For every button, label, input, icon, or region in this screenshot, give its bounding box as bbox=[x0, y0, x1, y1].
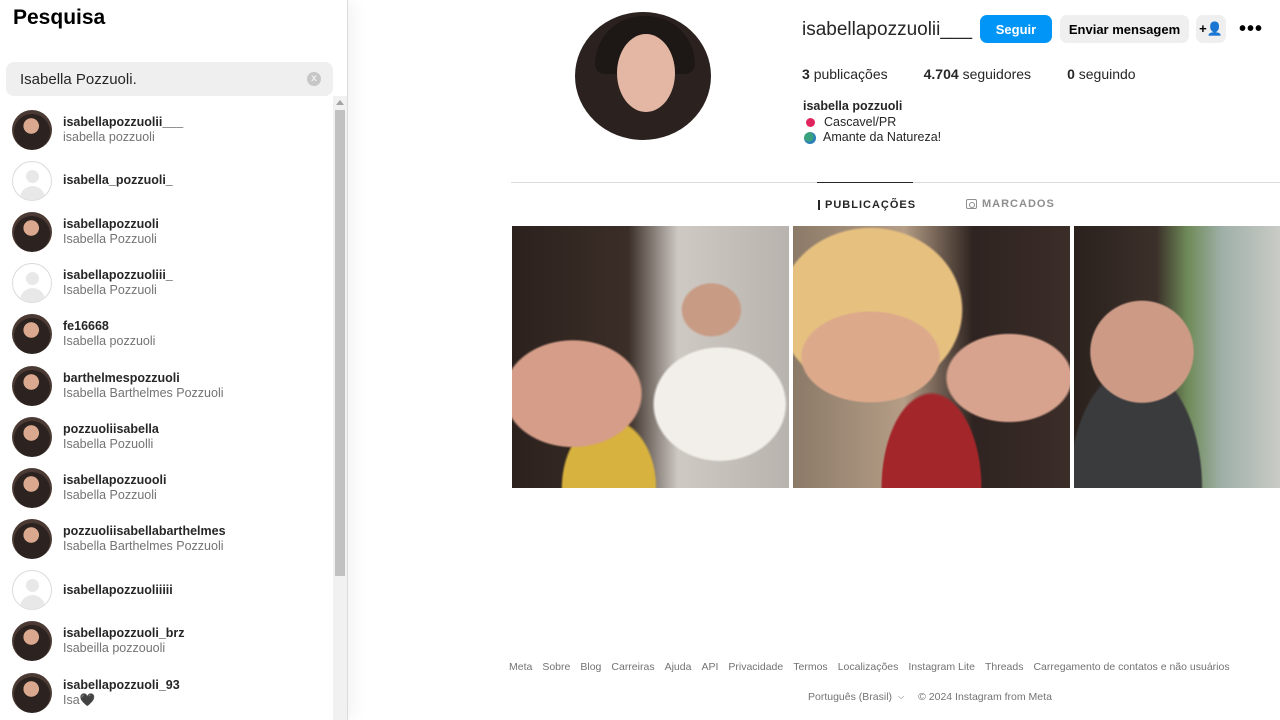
result-username: isabellapozzuoli_93 bbox=[63, 677, 180, 692]
grid-icon bbox=[818, 199, 820, 210]
profile-avatar[interactable] bbox=[575, 12, 711, 140]
result-username: fe16668 bbox=[63, 319, 109, 334]
avatar bbox=[12, 621, 52, 662]
globe-icon bbox=[804, 131, 816, 144]
follow-button[interactable]: Seguir bbox=[980, 15, 1052, 43]
search-title: Pesquisa bbox=[13, 6, 106, 29]
result-username: pozzuoliisabella bbox=[63, 421, 159, 436]
footer-link[interactable]: Ajuda bbox=[665, 661, 692, 673]
result-name: Isabella Barthelmes Pozzuoli bbox=[63, 385, 224, 400]
avatar bbox=[12, 672, 52, 713]
result-username: pozzuoliisabellabarthelmes bbox=[63, 524, 226, 539]
profile-username: isabellapozzuolii___ bbox=[802, 19, 973, 40]
footer-link[interactable]: Instagram Lite bbox=[908, 661, 975, 673]
footer-link[interactable]: Meta bbox=[509, 661, 532, 673]
tagged-icon bbox=[966, 199, 977, 209]
search-result[interactable]: isabellapozzuoli_brz Isabeilla pozzouoli bbox=[0, 616, 332, 667]
bio-name: isabella pozzuoli bbox=[803, 99, 903, 113]
result-username: isabella_pozzuoli_ bbox=[63, 173, 173, 188]
footer-link[interactable]: Threads bbox=[985, 661, 1024, 673]
result-username: isabellapozzuoliii_ bbox=[63, 268, 173, 283]
post-thumbnail[interactable] bbox=[512, 226, 789, 488]
avatar-placeholder-icon bbox=[12, 263, 52, 304]
post-thumbnail[interactable] bbox=[793, 226, 1070, 488]
search-result[interactable]: pozzuoliisabella Isabella Pozuolli bbox=[0, 411, 332, 462]
tab-publicacoes[interactable]: PUBLICAÇÕES bbox=[817, 182, 917, 226]
avatar bbox=[12, 416, 52, 457]
result-name: Isabella pozzuoli bbox=[63, 334, 156, 349]
footer-link[interactable]: Privacidade bbox=[728, 661, 783, 673]
footer-link[interactable]: Carreiras bbox=[611, 661, 654, 673]
search-result[interactable]: isabellapozzuoliiiii bbox=[0, 565, 332, 616]
result-name: Isabella Pozzuoli bbox=[63, 487, 157, 502]
more-options-icon[interactable]: ••• bbox=[1239, 19, 1263, 39]
profile-stats: 3 publicações 4.704 seguidores 0 seguind… bbox=[802, 66, 1136, 82]
avatar bbox=[12, 467, 52, 508]
avatar bbox=[12, 109, 52, 150]
language-selector[interactable]: Português (Brasil) bbox=[808, 691, 892, 703]
tab-marcados[interactable]: MARCADOS bbox=[966, 182, 1055, 226]
scroll-up-arrow-icon[interactable] bbox=[336, 100, 344, 105]
results-scrollbar[interactable] bbox=[333, 96, 347, 720]
bio-location: Cascavel/PR bbox=[824, 114, 897, 129]
footer-link[interactable]: Localizações bbox=[838, 661, 899, 673]
add-user-icon[interactable]: +👤 bbox=[1196, 15, 1226, 43]
search-result[interactable]: isabellapozzuoliii_ Isabella Pozzuoli bbox=[0, 258, 332, 309]
search-result[interactable]: isabellapozzuoli Isabella Pozzuoli bbox=[0, 206, 332, 257]
result-username: isabellapozzuoli_brz bbox=[63, 626, 185, 641]
copyright: © 2024 Instagram from Meta bbox=[918, 691, 1052, 703]
result-username: isabellapozzuolii___ bbox=[63, 114, 184, 129]
footer-link[interactable]: Carregamento de contatos e não usuários bbox=[1033, 661, 1229, 673]
result-name: Isabella Pozzuoli bbox=[63, 231, 157, 246]
search-panel: Pesquisa x isabellapozzuolii___isabella … bbox=[0, 0, 348, 720]
result-name: Isabeilla pozzouoli bbox=[63, 641, 166, 656]
result-username: isabellapozzuoliiiii bbox=[63, 582, 173, 597]
result-name: Isabella Pozuolli bbox=[63, 436, 154, 451]
result-name: Isabella Pozzuoli bbox=[63, 283, 157, 298]
search-result[interactable]: isabellapozzuolii___ isabella pozzuoli bbox=[0, 104, 332, 155]
footer-link[interactable]: Sobre bbox=[542, 661, 570, 673]
avatar bbox=[12, 314, 52, 355]
footer-link[interactable]: Blog bbox=[580, 661, 601, 673]
chevron-down-icon[interactable]: ⌵ bbox=[898, 692, 904, 702]
following-count[interactable]: 0 seguindo bbox=[1067, 66, 1136, 82]
result-username: barthelmespozzuoli bbox=[63, 370, 180, 385]
search-result[interactable]: barthelmespozzuoli Isabella Barthelmes Po… bbox=[0, 360, 332, 411]
post-thumbnail[interactable] bbox=[1074, 226, 1280, 488]
footer-link[interactable]: Termos bbox=[793, 661, 827, 673]
search-result[interactable]: fe16668 Isabella pozzuoli bbox=[0, 309, 332, 360]
avatar bbox=[12, 211, 52, 252]
avatar-placeholder-icon bbox=[12, 160, 52, 201]
footer-link[interactable]: API bbox=[701, 661, 718, 673]
result-username: isabellapozzuooli bbox=[63, 472, 167, 487]
send-message-button[interactable]: Enviar mensagem bbox=[1060, 15, 1189, 43]
clear-search-icon[interactable]: x bbox=[307, 72, 321, 86]
posts-count: 3 publicações bbox=[802, 66, 888, 82]
search-result[interactable]: pozzuoliisabellabarthelmes Isabella Barth… bbox=[0, 514, 332, 565]
scrollbar-thumb[interactable] bbox=[335, 110, 345, 576]
tab-label: PUBLICAÇÕES bbox=[825, 198, 917, 211]
result-name: Isabella Barthelmes Pozzuoli bbox=[63, 539, 224, 554]
profile-bio: isabella pozzuoli Cascavel/PR Amante da … bbox=[803, 99, 941, 146]
result-username: isabellapozzuoli bbox=[63, 216, 159, 231]
followers-count[interactable]: 4.704 seguidores bbox=[924, 66, 1031, 82]
search-input[interactable] bbox=[20, 70, 307, 88]
avatar-placeholder-icon bbox=[12, 570, 52, 611]
result-name: Isa🖤 bbox=[63, 692, 96, 707]
footer-links: Meta Sobre Blog Carreiras Ajuda API Priv… bbox=[509, 661, 1230, 673]
footer-bottom: Português (Brasil) ⌵ © 2024 Instagram fr… bbox=[808, 691, 1052, 703]
result-name: isabella pozzuoli bbox=[63, 129, 155, 144]
search-result[interactable]: isabellapozzuoli_93 Isa🖤 bbox=[0, 667, 332, 718]
search-result[interactable]: isabellapozzuooli Isabella Pozzuoli bbox=[0, 462, 332, 513]
tab-label: MARCADOS bbox=[982, 198, 1055, 210]
bio-tagline: Amante da Natureza! bbox=[823, 130, 942, 144]
search-results: isabellapozzuolii___ isabella pozzuoli is… bbox=[0, 104, 332, 718]
search-result[interactable]: isabella_pozzuoli_ bbox=[0, 155, 332, 206]
search-box[interactable]: x bbox=[6, 62, 333, 96]
avatar bbox=[12, 519, 52, 560]
location-pin-icon bbox=[806, 117, 815, 127]
avatar bbox=[12, 365, 52, 406]
